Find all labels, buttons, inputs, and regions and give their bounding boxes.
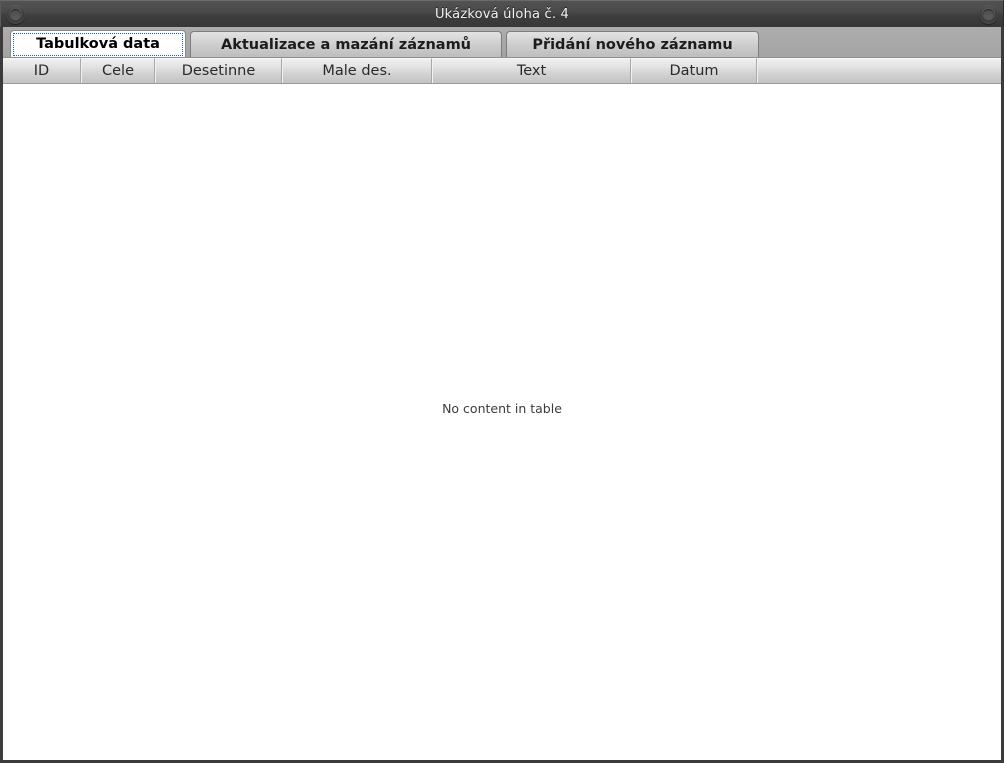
tab-label: Aktualizace a mazání záznamů: [220, 36, 472, 53]
title-bar: Ukázková úloha č. 4: [0, 0, 1004, 27]
column-header-label: Text: [516, 63, 547, 79]
column-header-cele[interactable]: Cele: [81, 58, 155, 83]
column-header-label: Datum: [669, 63, 719, 79]
tab-pridani-noveho-zaznamu[interactable]: Přidání nového záznamu: [506, 31, 759, 57]
window-title: Ukázková úloha č. 4: [434, 6, 570, 22]
window-close-icon[interactable]: [979, 5, 998, 24]
column-header-label: Cele: [102, 63, 134, 79]
tab-label: Tabulková data: [36, 36, 160, 52]
tab-label: Přidání nového záznamu: [532, 36, 733, 53]
column-header-male-des[interactable]: Male des.: [282, 58, 432, 83]
window-menu-icon[interactable]: [6, 5, 25, 24]
tab-aktualizace-a-mazani-zaznamu[interactable]: Aktualizace a mazání záznamů: [190, 31, 502, 57]
application-window: Ukázková úloha č. 4 Tabulková data Aktua…: [0, 0, 1004, 763]
column-header-filler: [757, 58, 1001, 83]
table-header-row: ID Cele Desetinne Male des. Text Datum: [3, 58, 1001, 84]
data-table: ID Cele Desetinne Male des. Text Datum N…: [3, 58, 1001, 760]
tab-tabulkova-data[interactable]: Tabulková data: [10, 30, 186, 57]
tab-bar: Tabulková data Aktualizace a mazání zázn…: [3, 27, 1001, 58]
column-header-desetinne[interactable]: Desetinne: [155, 58, 282, 83]
column-header-label: Desetinne: [181, 63, 256, 79]
column-header-datum[interactable]: Datum: [631, 58, 757, 83]
window-frame: Tabulková data Aktualizace a mazání zázn…: [0, 27, 1004, 763]
column-header-label: Male des.: [322, 63, 392, 79]
column-header-text[interactable]: Text: [432, 58, 631, 83]
table-body[interactable]: No content in table: [3, 84, 1001, 760]
column-header-label: ID: [33, 63, 50, 79]
column-header-id[interactable]: ID: [3, 58, 81, 83]
empty-table-message: No content in table: [442, 401, 562, 416]
